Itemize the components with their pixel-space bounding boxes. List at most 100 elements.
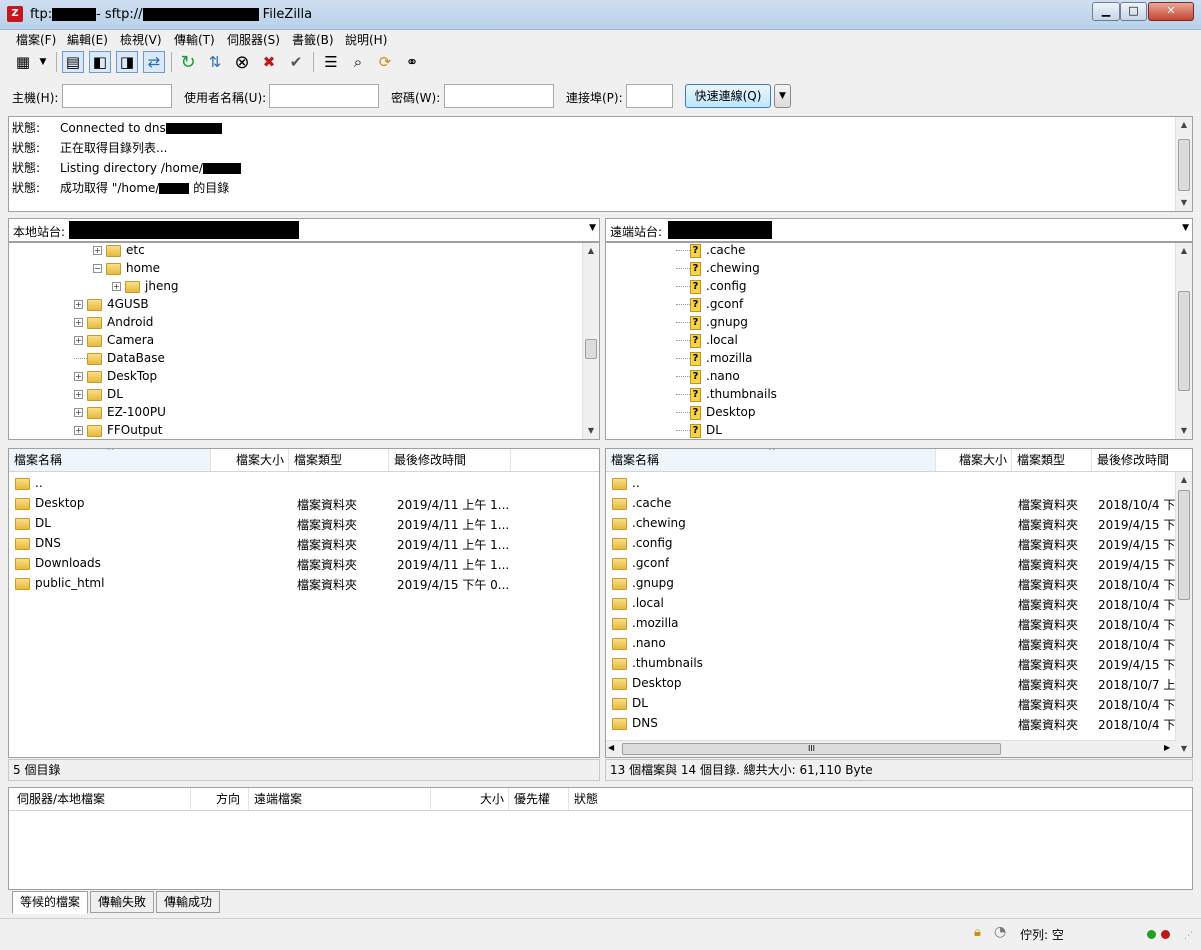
- tree-item[interactable]: + etc: [93, 243, 145, 261]
- file-row[interactable]: .nano檔案資料夾2018/10/4 下午: [606, 633, 1176, 653]
- cancel-operation-icon[interactable]: ⊗: [231, 51, 253, 73]
- chevron-down-icon[interactable]: ▼: [589, 223, 596, 233]
- tree-item[interactable]: ? .nano: [676, 369, 740, 387]
- file-row[interactable]: DL 檔案資料夾 2019/4/11 上午 1...: [9, 513, 599, 533]
- compare-directories-icon[interactable]: ⌕: [347, 51, 369, 73]
- scrollbar-thumb[interactable]: [1178, 291, 1190, 391]
- tree-item[interactable]: + Android: [74, 315, 153, 333]
- maximize-button[interactable]: □: [1120, 2, 1147, 21]
- site-manager-icon[interactable]: ▦: [12, 51, 34, 73]
- col-modified[interactable]: 最後修改時間: [1092, 449, 1177, 471]
- menu-edit[interactable]: 編輯(E): [67, 31, 108, 48]
- file-row[interactable]: Desktop 檔案資料夾 2019/4/11 上午 1...: [9, 493, 599, 513]
- file-row[interactable]: .cache檔案資料夾2018/10/4 下午: [606, 493, 1176, 513]
- tree-item[interactable]: + jheng: [112, 279, 179, 297]
- tab-queued-files[interactable]: 等候的檔案: [12, 891, 88, 914]
- scrollbar-thumb[interactable]: [1178, 490, 1190, 600]
- host-input[interactable]: [62, 84, 172, 108]
- tree-item[interactable]: ? .chewing: [676, 261, 760, 279]
- col-filetype[interactable]: 檔案類型: [1012, 449, 1092, 471]
- tree-item[interactable]: + Camera: [74, 333, 154, 351]
- file-row[interactable]: .gconf檔案資料夾2019/4/15 下午: [606, 553, 1176, 573]
- menu-file[interactable]: 檔案(F): [16, 31, 56, 48]
- remote-list-scrollbar[interactable]: ▲ ▼: [1175, 472, 1192, 757]
- tab-failed-transfers[interactable]: 傳輸失敗: [90, 891, 154, 913]
- tree-item[interactable]: ? .cache: [676, 243, 745, 261]
- file-row[interactable]: ..: [9, 473, 599, 493]
- scroll-left-icon[interactable]: ◀: [608, 743, 614, 752]
- minimize-button[interactable]: ▁: [1092, 2, 1120, 21]
- sync-browsing-icon[interactable]: ⟳: [374, 51, 396, 73]
- tree-item[interactable]: + DeskTop: [74, 369, 157, 387]
- port-input[interactable]: [626, 84, 673, 108]
- toggle-queue-icon[interactable]: ⇄: [143, 51, 165, 73]
- tree-item[interactable]: +4GUSB: [74, 297, 149, 315]
- toggle-local-tree-icon[interactable]: ◧: [89, 51, 111, 73]
- local-path-input[interactable]: [69, 221, 299, 239]
- scrollbar-thumb[interactable]: [1178, 139, 1190, 191]
- file-row[interactable]: .thumbnails檔案資料夾2019/4/15 下午: [606, 653, 1176, 673]
- col-size[interactable]: 大小: [431, 788, 509, 810]
- file-row[interactable]: .gnupg檔案資料夾2018/10/4 下午: [606, 573, 1176, 593]
- tree-item[interactable]: + FFOutput: [74, 423, 163, 439]
- username-input[interactable]: [269, 84, 379, 108]
- reconnect-icon[interactable]: ✔: [285, 51, 307, 73]
- quickconnect-dropdown-button[interactable]: ▼: [774, 84, 791, 108]
- col-server-local-file[interactable]: 伺服器/本地檔案: [9, 788, 191, 810]
- tab-successful-transfers[interactable]: 傳輸成功: [156, 891, 220, 913]
- tree-item[interactable]: + EZ-100PU: [74, 405, 166, 423]
- scroll-up-icon[interactable]: ▲: [1176, 117, 1192, 133]
- close-button[interactable]: ✕: [1148, 2, 1194, 21]
- speed-limit-icon[interactable]: ◔: [994, 924, 1006, 940]
- password-input[interactable]: [444, 84, 554, 108]
- col-modified[interactable]: 最後修改時間: [389, 449, 511, 471]
- scroll-up-icon[interactable]: ▲: [1176, 472, 1192, 488]
- menu-bookmarks[interactable]: 書籤(B): [292, 31, 334, 48]
- file-row[interactable]: Desktop檔案資料夾2018/10/7 上午: [606, 673, 1176, 693]
- scroll-down-icon[interactable]: ▼: [583, 423, 599, 439]
- chevron-down-icon[interactable]: ▼: [1182, 223, 1189, 233]
- tree-item[interactable]: ? .local: [676, 333, 738, 351]
- scroll-down-icon[interactable]: ▼: [1176, 741, 1192, 757]
- file-row[interactable]: .chewing檔案資料夾2019/4/15 下午: [606, 513, 1176, 533]
- scrollbar-thumb[interactable]: III: [622, 743, 1001, 755]
- file-row[interactable]: .config檔案資料夾2019/4/15 下午: [606, 533, 1176, 553]
- directory-listing-filters-icon[interactable]: ☰: [320, 51, 342, 73]
- toggle-message-log-icon[interactable]: ▤: [62, 51, 84, 73]
- menu-view[interactable]: 檢視(V): [120, 31, 162, 48]
- refresh-icon[interactable]: ↻: [177, 51, 199, 73]
- file-row[interactable]: public_html 檔案資料夾 2019/4/15 下午 0...: [9, 573, 599, 593]
- file-row[interactable]: Downloads 檔案資料夾 2019/4/11 上午 1...: [9, 553, 599, 573]
- remote-list-hscrollbar[interactable]: ◀ III ▶: [606, 740, 1176, 757]
- local-tree-scrollbar[interactable]: ▲ ▼: [582, 243, 599, 439]
- scrollbar-thumb[interactable]: [585, 339, 597, 359]
- log-scrollbar[interactable]: ▲ ▼: [1175, 117, 1192, 211]
- menu-transfer[interactable]: 傳輸(T): [174, 31, 215, 48]
- menu-help[interactable]: 說明(H): [345, 31, 387, 48]
- tree-item[interactable]: ? .gnupg: [676, 315, 748, 333]
- scroll-down-icon[interactable]: ▼: [1176, 195, 1192, 211]
- col-filetype[interactable]: 檔案類型: [289, 449, 389, 471]
- tree-item[interactable]: ? Desktop: [676, 405, 756, 423]
- site-manager-dropdown-icon[interactable]: ▼: [36, 51, 50, 73]
- file-row[interactable]: .mozilla檔案資料夾2018/10/4 下午: [606, 613, 1176, 633]
- file-row[interactable]: DNS檔案資料夾2018/10/4 下午: [606, 713, 1176, 733]
- tree-item[interactable]: ? .gconf: [676, 297, 743, 315]
- col-status[interactable]: 狀態: [569, 788, 669, 810]
- remote-tree-scrollbar[interactable]: ▲ ▼: [1175, 243, 1192, 439]
- scroll-right-icon[interactable]: ▶: [1164, 743, 1170, 752]
- col-direction[interactable]: 方向: [191, 788, 249, 810]
- search-remote-files-icon[interactable]: ⚭: [401, 51, 423, 73]
- tree-item[interactable]: + DL: [74, 387, 123, 405]
- tree-item[interactable]: ? .mozilla: [676, 351, 753, 369]
- tree-item[interactable]: ? .thumbnails: [676, 387, 777, 405]
- col-remote-file[interactable]: 遠端檔案: [249, 788, 431, 810]
- file-row[interactable]: ..: [606, 473, 1176, 493]
- process-queue-icon[interactable]: ⇅: [204, 51, 226, 73]
- col-priority[interactable]: 優先權: [509, 788, 569, 810]
- scroll-down-icon[interactable]: ▼: [1176, 423, 1192, 439]
- scroll-up-icon[interactable]: ▲: [1176, 243, 1192, 259]
- col-filesize[interactable]: 檔案大小: [211, 449, 289, 471]
- tree-item[interactable]: DataBase: [74, 351, 165, 369]
- quickconnect-button[interactable]: 快速連線(Q): [685, 84, 771, 108]
